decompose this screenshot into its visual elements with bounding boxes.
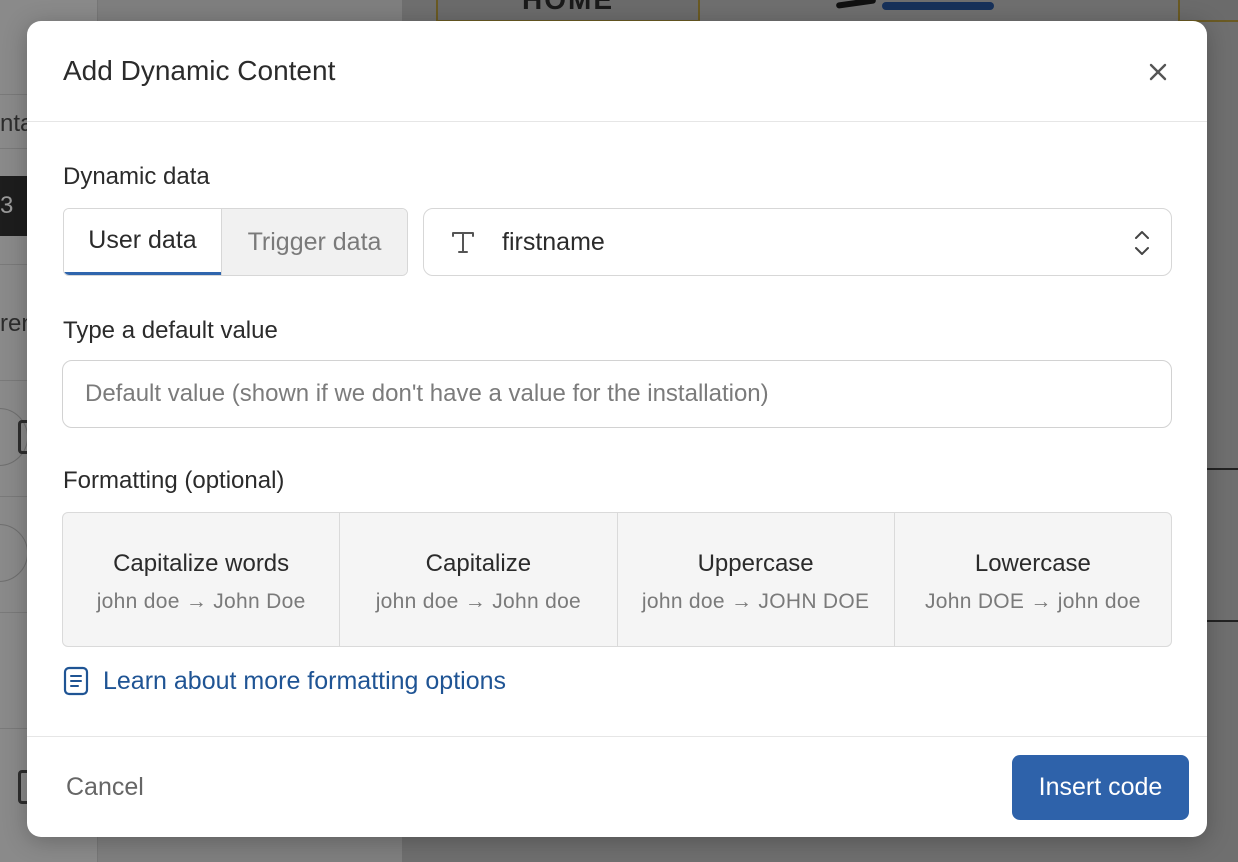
cancel-button[interactable]: Cancel <box>66 773 144 802</box>
tab-trigger-data[interactable]: Trigger data <box>221 209 407 275</box>
bg-dark-badge: 3 <box>0 176 28 236</box>
formatting-label: Formatting (optional) <box>63 467 285 494</box>
format-option-lowercase[interactable]: Lowercase John DOE → john doe <box>893 513 1171 646</box>
bg-circle <box>0 524 28 582</box>
format-option-example: john doe → John Doe <box>96 589 306 613</box>
add-dynamic-content-dialog: Add Dynamic Content Dynamic data User da… <box>27 21 1207 837</box>
chevron-up-down-icon <box>1135 231 1149 255</box>
format-option-title: Capitalize words <box>113 549 290 577</box>
learn-more-link[interactable]: Learn about more formatting options <box>63 666 506 696</box>
default-value-input[interactable] <box>62 360 1172 428</box>
dynamic-data-label: Dynamic data <box>63 163 210 190</box>
format-option-title: Uppercase <box>697 549 814 577</box>
bg-home-label: HOME <box>522 0 614 16</box>
close-button[interactable] <box>1145 59 1171 85</box>
format-option-capitalize-words[interactable]: Capitalize words john doe → John Doe <box>63 513 339 646</box>
bg-line <box>1206 468 1238 470</box>
bg-line <box>1206 620 1238 622</box>
insert-code-button[interactable]: Insert code <box>1012 755 1189 820</box>
close-icon <box>1149 63 1167 81</box>
document-icon <box>63 666 89 696</box>
tab-user-data[interactable]: User data <box>64 209 221 275</box>
learn-more-label: Learn about more formatting options <box>103 666 507 695</box>
format-option-example: John DOE → john doe <box>924 589 1141 613</box>
bg-logo-stroke <box>835 0 877 9</box>
format-option-uppercase[interactable]: Uppercase john doe → JOHN DOE <box>616 513 894 646</box>
default-value-label: Type a default value <box>63 317 278 344</box>
formatting-options: Capitalize words john doe → John Doe Cap… <box>62 512 1172 647</box>
dialog-header: Add Dynamic Content <box>27 21 1207 122</box>
format-option-example: john doe → John doe <box>375 589 582 613</box>
format-option-capitalize[interactable]: Capitalize john doe → John doe <box>339 513 616 646</box>
text-type-icon <box>452 232 474 253</box>
bg-nav-box <box>1178 0 1238 22</box>
bg-logo-stroke <box>882 2 994 10</box>
field-select-value: firstname <box>502 227 605 256</box>
format-option-example: john doe → JOHN DOE <box>641 589 870 613</box>
format-option-title: Lowercase <box>974 549 1091 577</box>
dialog-title: Add Dynamic Content <box>63 55 336 86</box>
dialog-footer: Cancel Insert code <box>27 736 1207 837</box>
format-option-title: Capitalize <box>425 549 532 577</box>
field-select[interactable]: firstname <box>423 208 1172 276</box>
data-source-toggle: User data Trigger data <box>63 208 408 276</box>
